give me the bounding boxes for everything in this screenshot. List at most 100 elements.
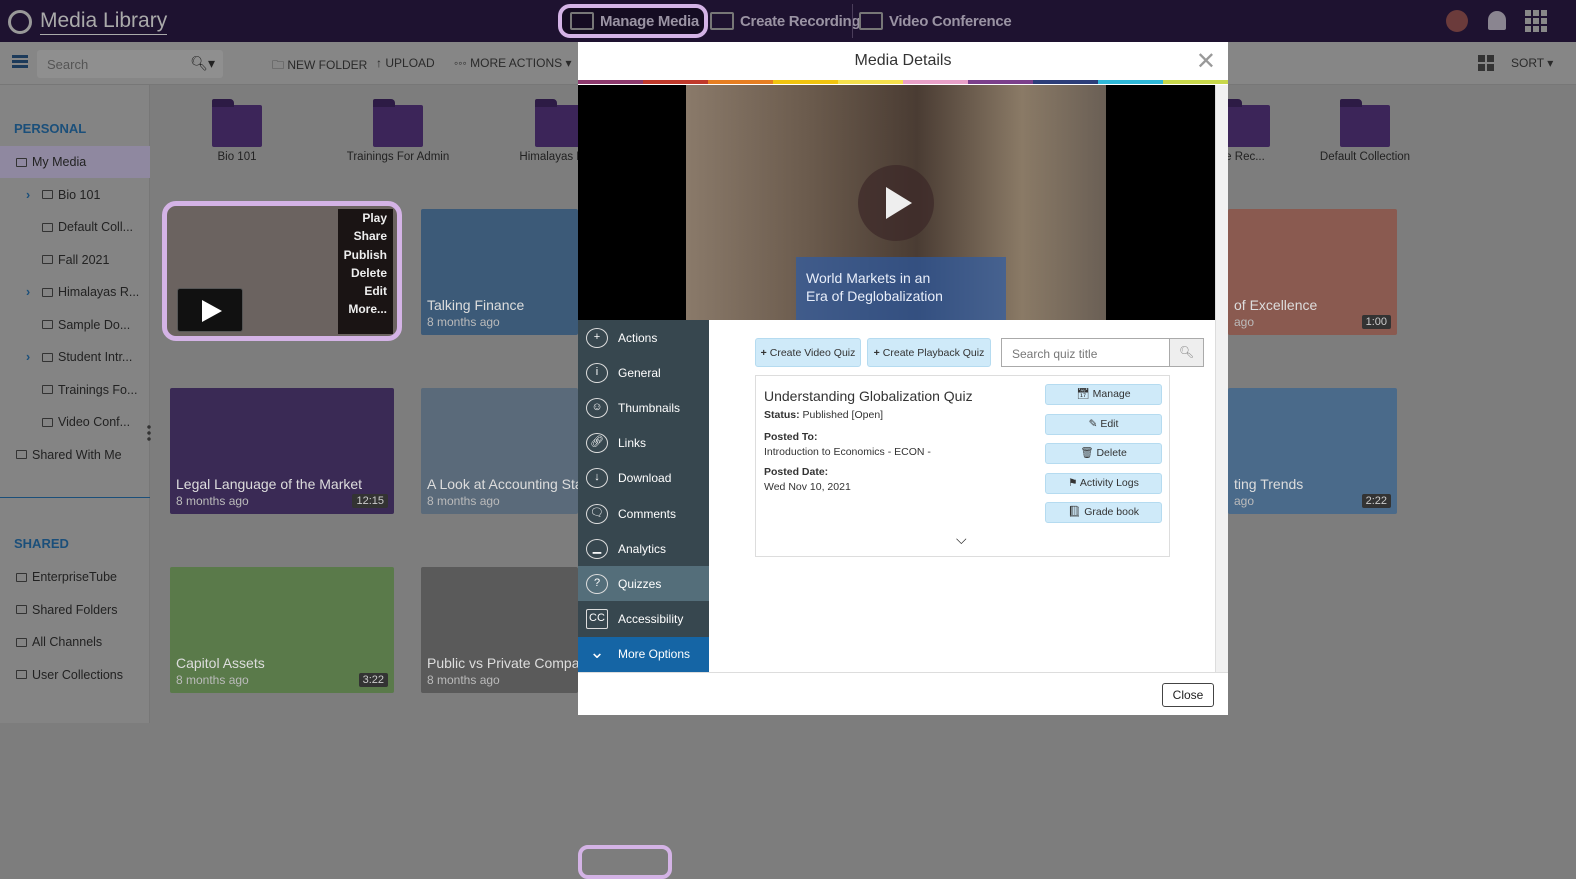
video-player[interactable]: World Markets in an Era of Deglobalizatio… (578, 85, 1215, 320)
calendar-icon: 📅︎ (1076, 388, 1090, 400)
nav-accessibility[interactable]: CC Accessibility (578, 602, 709, 637)
search-icon[interactable]: 🔍︎ (1169, 339, 1203, 366)
create-video-quiz-button[interactable]: + Create Video Quiz (755, 338, 861, 367)
sidebar-item-label: My Media (32, 155, 87, 169)
media-card[interactable]: ting Trends ago 2:22 (1228, 388, 1397, 514)
media-card[interactable]: Talking Finance 8 months ago (421, 209, 578, 335)
video-caption: World Markets in an Era of Deglobalizatio… (796, 257, 1006, 320)
question-icon: ? (586, 573, 608, 594)
hover-menu-item[interactable]: Delete (338, 264, 387, 282)
new-folder-button[interactable]: 🗀 NEW FOLDER (272, 56, 367, 77)
chevron-right-icon[interactable]: › (26, 285, 30, 299)
chevron-right-icon[interactable]: › (26, 188, 30, 202)
hover-menu-item[interactable]: Edit (338, 282, 387, 300)
chevron-down-icon[interactable]: ⌵ (956, 531, 967, 548)
sidebar-item[interactable]: My Media (0, 146, 150, 178)
nav-comments[interactable]: 🗨︎ Comments (578, 496, 709, 531)
card-title: Talking Finance (427, 297, 525, 313)
hover-menu-item[interactable]: More... (338, 300, 387, 318)
nav-download[interactable]: ↓ Download (578, 461, 709, 496)
nav-thumbnails[interactable]: ☺ Thumbnails (578, 390, 709, 425)
nav-manage-media[interactable]: Manage Media (558, 4, 708, 38)
search-quiz-input[interactable]: Search quiz title 🔍︎ (1001, 338, 1204, 367)
details-nav: + Actions i General ☺ Thumbnails 🔗︎ Links ↓ Downl… (578, 320, 709, 879)
folder-icon (42, 287, 53, 297)
sidebar-item[interactable]: › Student Intr... (0, 341, 150, 373)
caption-line: Era of Deglobalization (806, 288, 943, 304)
resize-handle[interactable] (147, 424, 151, 442)
hamburger-menu-icon[interactable] (12, 55, 28, 68)
nav-analytics[interactable]: ▁ Analytics (578, 531, 709, 566)
app-logo[interactable]: Media Library (8, 8, 168, 35)
nav-label: Actions (618, 330, 658, 345)
nav-actions[interactable]: + Actions (578, 320, 709, 355)
sidebar-item[interactable]: Sample Do... (0, 309, 150, 341)
button-label: Create Video Quiz (769, 346, 856, 359)
quiz-grade-book-button[interactable]: 📕︎ Grade book (1045, 502, 1162, 523)
rainbow-segment (838, 80, 903, 84)
play-icon[interactable] (858, 165, 934, 241)
card-title: Capitol Assets (176, 655, 265, 671)
sidebar-item[interactable]: All Channels (0, 626, 150, 658)
media-card[interactable]: A Look at Accounting Sta 8 months ago (421, 388, 578, 514)
upload-button[interactable]: ↑ UPLOAD (376, 56, 435, 70)
sidebar-item[interactable]: Trainings Fo... (0, 374, 150, 406)
close-icon[interactable]: ✕ (1196, 47, 1216, 76)
card-age: 8 months ago (176, 673, 249, 687)
apps-grid-icon[interactable] (1525, 10, 1547, 32)
sidebar-item[interactable]: › Bio 101 (0, 179, 150, 211)
sidebar-item[interactable]: EnterpriseTube (0, 561, 150, 593)
quiz-title: Understanding Globalization Quiz (764, 388, 973, 404)
nav-quizzes[interactable]: ? Quizzes (578, 566, 709, 602)
sidebar-item[interactable]: Default Coll... (0, 211, 150, 243)
more-actions-button[interactable]: ◦◦◦ MORE ACTIONS ▾ (454, 56, 571, 70)
nav-general[interactable]: i General (578, 355, 709, 390)
search-input[interactable]: Search 🔍︎▾ (37, 50, 223, 78)
quiz-delete-button[interactable]: 🗑︎ Delete (1045, 443, 1162, 464)
avatar[interactable] (1446, 10, 1468, 32)
media-card[interactable]: Public vs Private Compan 8 months ago (421, 567, 578, 693)
nav-create-recording[interactable]: Create Recording (710, 4, 861, 38)
nav-video-conference[interactable]: Video Conference (852, 4, 1012, 38)
sidebar-item[interactable]: Shared Folders (0, 594, 150, 626)
media-card-highlighted[interactable]: Play Share Publish Delete Edit More... (162, 201, 402, 341)
nav-more-options[interactable]: ⌄ More Options (578, 636, 709, 672)
media-card[interactable]: of Excellence ago 1:00 (1228, 209, 1397, 335)
sort-button[interactable]: SORT ▾ (1511, 56, 1553, 70)
create-playback-quiz-button[interactable]: + Create Playback Quiz (867, 338, 991, 367)
nav-label: Create Recording (740, 12, 861, 30)
quiz-activity-logs-button[interactable]: ⚑ Activity Logs (1045, 472, 1162, 494)
sidebar-item[interactable]: Shared With Me (0, 439, 150, 471)
sidebar-item[interactable]: Fall 2021 (0, 244, 150, 276)
hover-menu-item[interactable]: Play (338, 209, 387, 227)
hover-menu-item[interactable]: Publish (338, 246, 387, 264)
quiz-manage-button[interactable]: 📅︎ Manage (1045, 384, 1162, 405)
sidebar-item[interactable]: › Himalayas R... (0, 276, 150, 308)
media-card[interactable]: Capitol Assets 8 months ago 3:22 (170, 567, 394, 693)
user-collections-icon (16, 670, 27, 679)
grid-view-icon[interactable] (1478, 55, 1494, 71)
search-icon[interactable]: 🔍︎▾ (190, 55, 215, 72)
scrollbar[interactable] (1215, 85, 1228, 672)
play-icon[interactable] (177, 288, 243, 332)
modal-footer: Close (578, 672, 1228, 715)
sidebar-item[interactable]: Video Conf... (0, 406, 150, 438)
rainbow-segment (968, 80, 1033, 84)
media-card[interactable]: Legal Language of the Market 8 months ago… (170, 388, 394, 514)
flag-icon: ⚑ (1068, 476, 1078, 489)
plus-circle-icon: + (586, 327, 608, 348)
link-icon: 🔗︎ (586, 433, 608, 454)
posted-to-label: Posted To: (764, 431, 818, 443)
card-age: 8 months ago (427, 673, 500, 687)
folder-item[interactable]: Default Collection (1290, 99, 1440, 163)
sidebar-item-label: Shared With Me (32, 447, 122, 462)
bell-icon[interactable] (1488, 11, 1506, 30)
close-button[interactable]: Close (1162, 683, 1214, 707)
chevron-right-icon[interactable]: › (26, 350, 30, 364)
hover-menu-item[interactable]: Share (338, 227, 387, 245)
folder-item[interactable]: Bio 101 (162, 99, 312, 163)
sidebar-item[interactable]: User Collections (0, 659, 150, 691)
nav-links[interactable]: 🔗︎ Links (578, 426, 709, 461)
quiz-edit-button[interactable]: ✎ Edit (1045, 413, 1162, 435)
folder-item[interactable]: Trainings For Admin (323, 99, 473, 163)
